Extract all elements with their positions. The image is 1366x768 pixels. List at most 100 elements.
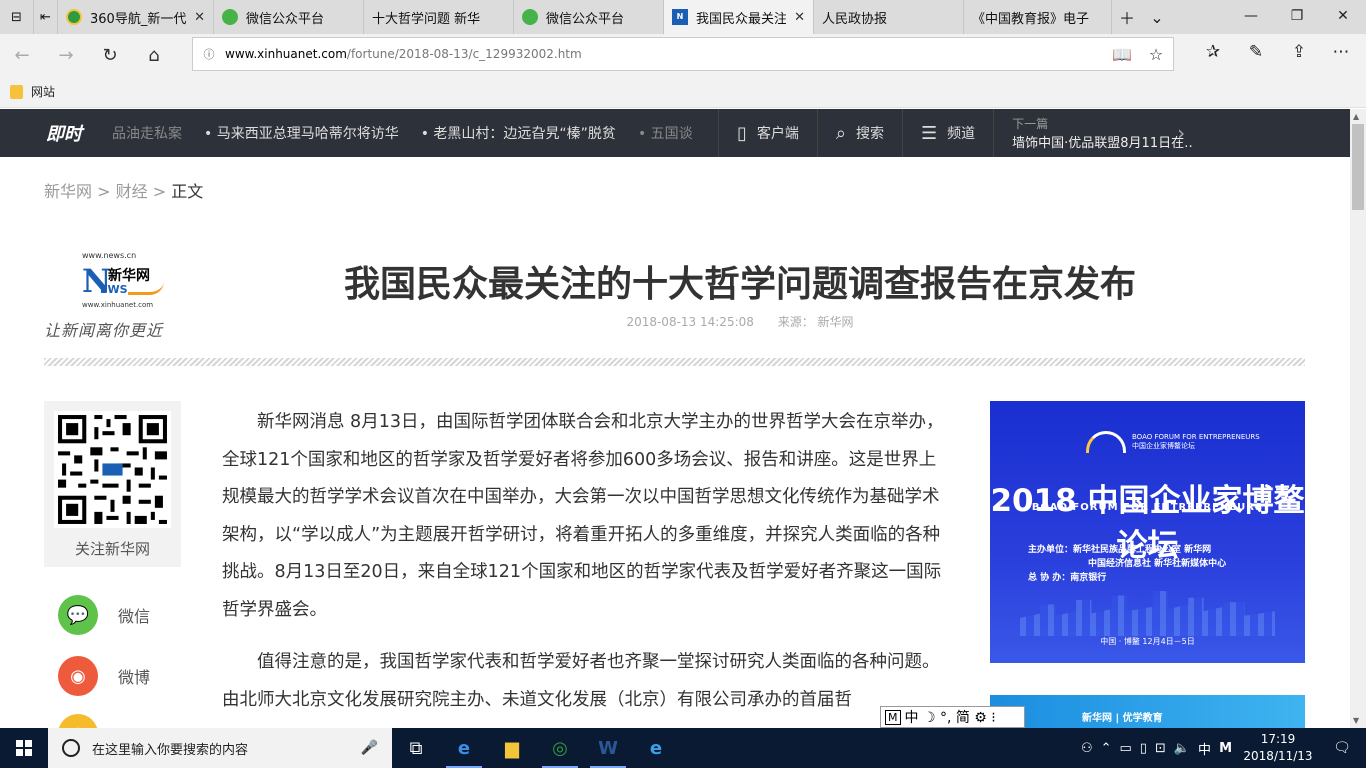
tab-list-button[interactable]: ⇤ <box>34 0 58 34</box>
task-view-icon[interactable]: ⧉ <box>392 728 440 768</box>
volume-icon[interactable]: 🔈 <box>1174 741 1190 756</box>
phone-icon: ▯ <box>737 122 747 144</box>
forward-icon[interactable]: → <box>44 45 88 66</box>
windows-taskbar: 在这里输入你要搜索的内容 🎤 ⧉ e ▆ ◎ W e ⚇ ⌃ ▭ ▯ ⊡ 🔈 中… <box>0 728 1366 768</box>
client-link[interactable]: ▯ 客户端 <box>718 109 817 157</box>
logo-swoosh <box>128 281 164 295</box>
ticker-item[interactable]: • 五国谈 <box>638 123 693 143</box>
ie-icon[interactable]: e <box>632 728 680 768</box>
url-domain: www.xinhuanet.com <box>225 47 347 61</box>
url-path: /fortune/2018-08-13/c_129932002.htm <box>346 47 582 61</box>
scroll-up-icon[interactable]: ▲ <box>1353 112 1359 121</box>
more-icon[interactable]: ⋯ <box>1326 42 1356 62</box>
network-icon[interactable]: ⊡ <box>1155 741 1166 756</box>
qzone-icon: ★ <box>58 714 98 728</box>
chevron-down-icon[interactable]: ⌄ <box>1142 8 1172 27</box>
action-center-icon[interactable]: 🗨 <box>1324 740 1360 756</box>
clock-date: 2018/11/13 <box>1243 749 1313 763</box>
tab-2[interactable]: 微信公众平台 <box>214 0 364 34</box>
chevron-up-icon[interactable]: ⌃ <box>1101 741 1112 756</box>
tab-7[interactable]: 《中国教育报》电子 <box>0 0 1112 125</box>
new-tab-icon[interactable]: ＋ <box>1112 5 1142 29</box>
search-link[interactable]: ⌕ 搜索 <box>816 109 902 157</box>
battery-icon[interactable]: ▯ <box>1140 741 1147 756</box>
clock[interactable]: 17:19 2018/11/13 <box>1240 731 1316 765</box>
boao-forum-ad[interactable]: BOAO FORUM FOR ENTREPRENEURS 中国企业家博鳌论坛 20… <box>990 401 1305 663</box>
ime-m-icon[interactable]: M <box>1219 741 1232 756</box>
ticker-item[interactable]: • 老黑山村：边远旮旯“榛”脱贫 <box>421 123 616 143</box>
qr-code-box: 关注新华网 <box>44 401 181 567</box>
edge-icon[interactable]: e <box>440 728 488 768</box>
xinhua-logo[interactable]: www.news.cn N 新华网 EWS www.xinhuanet.com … <box>44 251 184 341</box>
start-button[interactable] <box>0 728 48 768</box>
monitor-icon[interactable]: ▭ <box>1120 741 1132 756</box>
breadcrumb-home[interactable]: 新华网 <box>44 182 92 201</box>
system-tray: ⚇ ⌃ ▭ ▯ ⊡ 🔈 中 M 17:19 2018/11/13 🗨 <box>1081 731 1366 765</box>
channel-link[interactable]: ☰ 频道 <box>902 109 993 157</box>
hatched-divider <box>44 358 1305 366</box>
scroll-down-icon[interactable]: ▼ <box>1353 716 1359 725</box>
favorite-star-icon[interactable]: ☆ <box>1139 45 1173 64</box>
scroll-thumb[interactable] <box>1352 124 1364 210</box>
tab-preview-button[interactable]: ⊟ <box>0 0 34 34</box>
ime-toolbar[interactable]: M 中 ☽ °, 简 ⚙ ⁝ <box>880 706 1025 728</box>
home-icon[interactable]: ⌂ <box>132 45 176 66</box>
refresh-icon[interactable]: ↻ <box>88 45 132 66</box>
news-ticker: 品油走私案 • 马来西亚总理马哈蒂尔将访华 • 老黑山村：边远旮旯“榛”脱贫 •… <box>112 123 718 143</box>
share-icon[interactable]: ⇪ <box>1284 42 1314 62</box>
browser-360-icon[interactable]: ◎ <box>536 728 584 768</box>
education-ad[interactable]: 新华网 | 优学教育 <box>990 695 1305 728</box>
close-icon[interactable]: ✕ <box>194 10 205 25</box>
article-paragraph: 新华网消息 8月13日，由国际哲学团体联合会和北京大学主办的世界哲学大会在京举办… <box>222 412 944 620</box>
qr-caption: 关注新华网 <box>74 540 150 558</box>
forum-logo-icon <box>1086 431 1126 453</box>
chevron-right-icon[interactable]: › <box>1177 121 1185 145</box>
jishi-brand[interactable]: 即时 <box>0 120 112 146</box>
page-scrollbar[interactable]: ▲ ▼ <box>1350 109 1366 728</box>
minimize-icon[interactable]: — <box>1228 0 1274 34</box>
tab-6[interactable]: 人民政协报 <box>0 0 964 125</box>
clock-time: 17:19 <box>1260 732 1296 746</box>
ticker-item[interactable]: 品油走私案 <box>112 123 182 143</box>
nav360-icon <box>66 9 82 25</box>
address-bar[interactable]: ⓘ www.xinhuanet.com/fortune/2018-08-13/c… <box>192 37 1174 71</box>
back-icon[interactable]: ← <box>0 45 44 66</box>
tab-3[interactable]: 十大哲学问题 新华 <box>0 0 514 125</box>
share-weibo[interactable]: ◉ 微博 <box>58 656 150 696</box>
site-info-icon[interactable]: ⓘ <box>193 46 225 62</box>
file-explorer-icon[interactable]: ▆ <box>488 728 536 768</box>
favorites-hub-icon[interactable]: ✰ <box>1198 42 1228 62</box>
word-icon[interactable]: W <box>584 728 632 768</box>
tab-5-active[interactable]: N 我国民众最关注 ✕ <box>664 0 814 34</box>
web-page: 即时 品油走私案 • 马来西亚总理马哈蒂尔将访华 • 老黑山村：边远旮旯“榛”脱… <box>0 109 1350 728</box>
wechat-icon <box>222 9 238 25</box>
tab-4[interactable]: 微信公众平台 <box>514 0 664 34</box>
reading-view-icon[interactable]: 📖 <box>1105 45 1139 64</box>
input-language[interactable]: 中 <box>1198 739 1211 758</box>
ticker-item[interactable]: • 马来西亚总理马哈蒂尔将访华 <box>204 123 399 143</box>
ime-logo-icon: M <box>885 709 901 725</box>
channel-label: 频道 <box>947 126 976 142</box>
close-icon[interactable]: ✕ <box>794 10 805 25</box>
ime-status[interactable]: 中 ☽ °, 简 ⚙ ⁝ <box>905 707 996 727</box>
favorites-folder-websites[interactable]: 网站 <box>31 83 55 100</box>
share-wechat[interactable]: 💬 微信 <box>58 595 150 635</box>
share-wechat-label: 微信 <box>118 607 151 626</box>
qr-code-image <box>54 411 171 528</box>
url-text[interactable]: www.xinhuanet.com/fortune/2018-08-13/c_1… <box>225 47 1105 61</box>
tab-1[interactable]: 360导航_新一代安全 ✕ <box>58 0 214 34</box>
microphone-icon[interactable]: 🎤 <box>361 740 378 756</box>
tab-title: 十大哲学问题 新华 <box>372 11 481 27</box>
close-window-icon[interactable]: ✕ <box>1320 0 1366 34</box>
taskbar-search[interactable]: 在这里输入你要搜索的内容 🎤 <box>48 728 392 768</box>
people-icon[interactable]: ⚇ <box>1081 741 1093 756</box>
ad-host2: 中国经济信息社 新华社新媒体中心 <box>1088 559 1227 569</box>
logo-slogan: 让新闻离你更近 <box>44 321 164 340</box>
restore-icon[interactable]: ❐ <box>1274 0 1320 34</box>
share-qzone[interactable]: ★ <box>58 714 98 728</box>
ad-forum-badge: BOAO FORUM FOR ENTREPRENEURS 中国企业家博鳌论坛 <box>1086 431 1260 453</box>
breadcrumb-section[interactable]: 财经 <box>116 182 148 201</box>
pen-notes-icon[interactable]: ✎ <box>1241 42 1271 62</box>
windows-logo-icon <box>16 740 32 756</box>
next-article-link[interactable]: 下一篇 墙饰中国·优品联盟8月11日在… › <box>993 109 1231 157</box>
